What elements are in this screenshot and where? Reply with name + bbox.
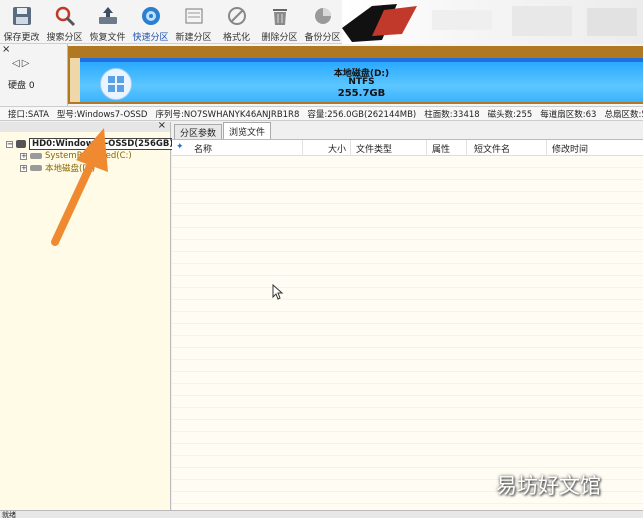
tab-bar: 分区参数 浏览文件	[172, 122, 643, 140]
ad-banner	[342, 0, 643, 44]
quick-partition-label: 快速分区	[132, 33, 169, 43]
close-icon[interactable]: ×	[2, 44, 10, 55]
disk-serial: 序列号:NO7SWHANYK46ANJRB1R8	[155, 109, 300, 120]
expand-icon[interactable]: +	[20, 152, 27, 160]
disk-cylinders: 柱面数:33418	[424, 109, 480, 120]
quick-partition-icon	[138, 4, 164, 28]
backup-icon	[310, 4, 336, 28]
restore-files-button[interactable]: 恢复文件	[86, 0, 129, 44]
mouse-cursor-icon	[272, 284, 284, 300]
disk-info-bar: 接口:SATA 型号:Windows7-OSSD 序列号:NO7SWHANYK4…	[0, 106, 643, 121]
column-short-name[interactable]: 短文件名	[474, 142, 510, 155]
partition-filesystem: NTFS	[348, 77, 375, 87]
save-changes-button[interactable]: 保存更改	[0, 0, 43, 44]
partition-icon	[30, 165, 42, 171]
watermark-text: 易坊好文馆	[496, 474, 601, 498]
new-partition-icon	[181, 4, 207, 28]
column-name[interactable]: 名称	[194, 142, 212, 155]
format-button[interactable]: 格式化	[215, 0, 258, 44]
format-label: 格式化	[222, 33, 250, 43]
search-partition-label: 搜索分区	[46, 33, 83, 43]
banner-graphic	[342, 4, 637, 42]
file-list[interactable]	[172, 156, 643, 510]
hard-disk-icon	[16, 140, 26, 148]
delete-partition-label: 删除分区	[261, 33, 298, 43]
backup-partition-label: 备份分区	[304, 33, 341, 43]
disk-model: 型号:Windows7-OSSD	[56, 109, 148, 120]
collapse-icon[interactable]: −	[6, 140, 13, 148]
tree-root-disk[interactable]: − HD0:Windows7-OSSD(256GB)	[6, 138, 177, 150]
trash-icon	[267, 4, 293, 28]
disk-sectors-per-track: 每道扇区数:63	[540, 109, 597, 120]
tree-panel-header: ×	[0, 120, 170, 132]
tab-partition-params[interactable]: 分区参数	[174, 124, 223, 139]
tree-node-system-reserved[interactable]: + SystemReserved(C:)	[20, 151, 132, 161]
file-browser-panel: 分区参数 浏览文件 ✦ 名称 大小 文件类型 属性 短文件名 修改时间	[172, 122, 643, 510]
new-partition-button[interactable]: 新建分区	[172, 0, 215, 44]
search-partition-button[interactable]: 搜索分区	[43, 0, 86, 44]
disk-map: × ◁▷ 硬盘 0 本地磁盘(D:) NTFS 255.7GB	[0, 44, 643, 106]
partition-icon	[30, 153, 42, 159]
partition-block-d[interactable]: 本地磁盘(D:) NTFS 255.7GB	[80, 62, 643, 102]
backup-partition-button[interactable]: 备份分区	[301, 0, 344, 44]
windows-logo-icon	[100, 68, 132, 100]
tree-node-local-disk-d[interactable]: + 本地磁盘(D:)	[20, 162, 95, 174]
reserved-partition-block[interactable]	[70, 58, 80, 102]
disk-label: 硬盘 0	[8, 81, 35, 91]
expand-icon[interactable]: +	[20, 164, 27, 172]
status-bar: 就绪	[0, 510, 643, 518]
tree-node-label: SystemReserved(C:)	[45, 151, 132, 161]
file-list-header: ✦ 名称 大小 文件类型 属性 短文件名 修改时间	[172, 140, 643, 156]
tab-browse-files[interactable]: 浏览文件	[223, 122, 272, 139]
disk-total-sectors: 总扇区数:536	[604, 109, 643, 120]
save-icon	[9, 4, 35, 28]
column-size[interactable]: 大小	[328, 142, 346, 155]
restore-files-label: 恢复文件	[89, 33, 126, 43]
quick-partition-button[interactable]: 快速分区	[129, 0, 172, 44]
disk-selector: × ◁▷ 硬盘 0	[0, 44, 68, 106]
magnifier-icon	[52, 4, 78, 28]
sort-icon[interactable]: ✦	[176, 142, 184, 152]
disk-interface: 接口:SATA	[8, 109, 49, 120]
save-changes-label: 保存更改	[3, 33, 40, 43]
column-file-type[interactable]: 文件类型	[356, 142, 392, 155]
column-modified-time[interactable]: 修改时间	[552, 142, 588, 155]
disk-heads: 磁头数:255	[487, 109, 533, 120]
close-icon[interactable]: ×	[158, 120, 166, 131]
disk-nav-arrows[interactable]: ◁▷	[12, 58, 31, 69]
disk-tree-panel: × − HD0:Windows7-OSSD(256GB) + SystemRes…	[0, 120, 177, 510]
restore-icon	[95, 4, 121, 28]
partition-size: 255.7GB	[337, 88, 386, 99]
tree-root-label: HD0:Windows7-OSSD(256GB)	[29, 138, 177, 150]
disk-capacity: 容量:256.0GB(262144MB)	[307, 109, 417, 120]
delete-partition-button[interactable]: 删除分区	[258, 0, 301, 44]
format-icon	[224, 4, 250, 28]
column-attributes[interactable]: 属性	[432, 142, 450, 155]
new-partition-label: 新建分区	[175, 33, 212, 43]
tree-node-label: 本地磁盘(D:)	[45, 164, 96, 174]
